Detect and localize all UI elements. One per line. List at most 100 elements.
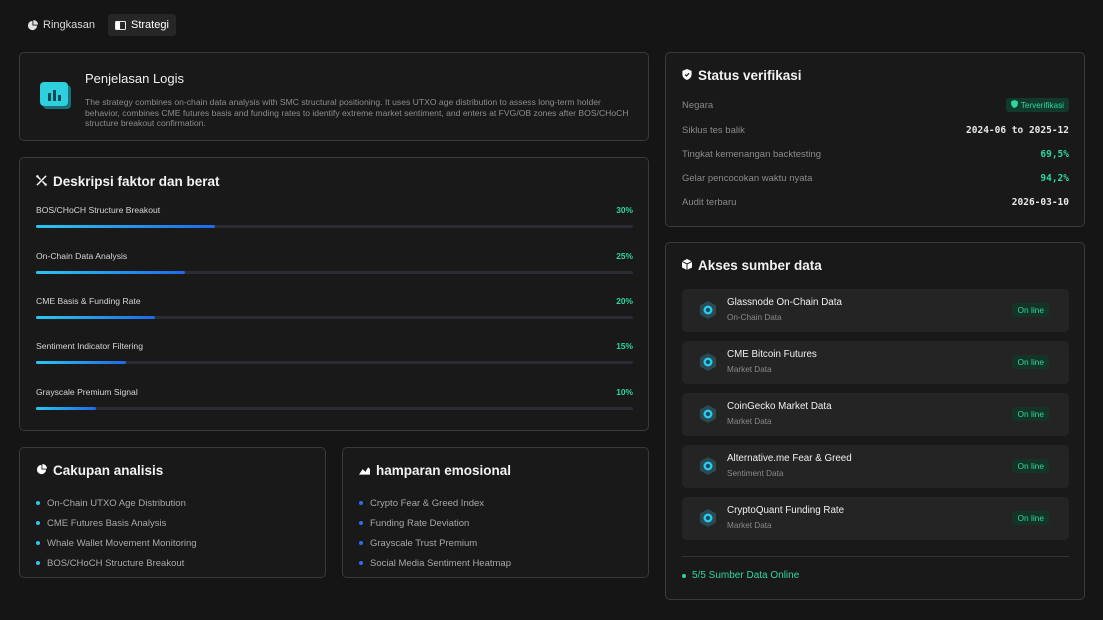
factor-bar-fill xyxy=(36,361,126,364)
bullet-dot xyxy=(36,501,40,505)
tab-label: Ringkasan xyxy=(43,19,95,31)
online-status-badge: On line xyxy=(1012,355,1049,369)
bullet-dot xyxy=(36,541,40,545)
list-item-text: Grayscale Trust Premium xyxy=(370,537,478,549)
emotion-title: hamparan emosional xyxy=(359,463,511,478)
factor-bar-fill xyxy=(36,407,96,410)
scope-title-text: Cakupan analisis xyxy=(53,463,164,478)
factor-value: 20% xyxy=(616,296,633,306)
tab-ringkasan[interactable]: Ringkasan xyxy=(20,14,102,36)
verification-status-card: Status verifikasi Negara Terverifikasi S… xyxy=(665,52,1085,227)
status-value: 2026-03-10 xyxy=(1011,197,1069,208)
list-item: Grayscale Trust Premium xyxy=(359,533,511,553)
emotion-title-text: hamparan emosional xyxy=(376,463,512,478)
logic-title: Penjelasan Logis xyxy=(85,71,185,86)
status-value: 69,5% xyxy=(1040,149,1069,160)
factor-name: Grayscale Premium Signal xyxy=(36,387,138,397)
verified-badge: Terverifikasi xyxy=(1005,98,1069,112)
data-source-item[interactable]: CryptoQuant Funding Rate Market Data On … xyxy=(682,497,1069,540)
online-status-badge: On line xyxy=(1012,303,1049,317)
scope-title: Cakupan analisis xyxy=(36,463,163,478)
factor-row: Sentiment Indicator Filtering 15% xyxy=(36,341,633,375)
data-source-type: Market Data xyxy=(727,417,772,426)
status-key: Siklus tes balik xyxy=(682,125,745,136)
factor-bar-track xyxy=(36,407,633,410)
list-item: Whale Wallet Movement Monitoring xyxy=(36,533,197,553)
sources-title-text: Akses sumber data xyxy=(698,258,822,273)
data-source-name: Alternative.me Fear & Greed xyxy=(727,453,852,464)
data-source-item[interactable]: Alternative.me Fear & Greed Sentiment Da… xyxy=(682,445,1069,488)
divider xyxy=(682,556,1069,557)
status-value: 94,2% xyxy=(1040,173,1069,184)
logic-description: The strategy combines on-chain data anal… xyxy=(85,97,629,128)
bullet-dot xyxy=(359,561,363,565)
factor-name: CME Basis & Funding Rate xyxy=(36,296,141,306)
status-dot xyxy=(682,573,686,578)
status-value: 2024-06 to 2025-12 xyxy=(966,125,1069,136)
status-title-text: Status verifikasi xyxy=(698,68,802,83)
mountain-chart-icon xyxy=(359,463,370,478)
emotion-overlay-card: hamparan emosional Crypto Fear & Greed I… xyxy=(342,447,649,578)
database-hex-icon xyxy=(699,457,717,475)
status-key: Tingkat kemenangan backtesting xyxy=(682,149,822,160)
bullet-dot xyxy=(359,501,363,505)
scatter-icon xyxy=(36,174,47,189)
factor-value: 10% xyxy=(616,387,633,397)
tab-strategi[interactable]: Strategi xyxy=(107,14,176,36)
data-sources-card: Akses sumber data Glassnode On-Chain Dat… xyxy=(665,242,1085,600)
list-item-text: BOS/CHoCH Structure Breakout xyxy=(47,557,185,569)
bullet-dot xyxy=(359,521,363,525)
status-row-latest-audit: Audit terbaru 2026-03-10 xyxy=(682,197,1069,211)
list-item: CME Futures Basis Analysis xyxy=(36,513,197,533)
data-source-type: On-Chain Data xyxy=(727,313,782,322)
analysis-scope-card: Cakupan analisis On-Chain UTXO Age Distr… xyxy=(19,447,326,578)
online-status-badge: On line xyxy=(1012,407,1049,421)
factor-bar-fill xyxy=(36,316,156,319)
data-source-type: Market Data xyxy=(727,365,772,374)
database-hex-icon xyxy=(699,405,717,423)
list-item: Social Media Sentiment Heatmap xyxy=(359,553,511,573)
factor-value: 30% xyxy=(616,205,633,215)
factor-row: CME Basis & Funding Rate 20% xyxy=(36,296,633,330)
factor-row: BOS/CHoCH Structure Breakout 30% xyxy=(36,205,633,239)
factor-name: BOS/CHoCH Structure Breakout xyxy=(36,205,161,215)
data-source-item[interactable]: Glassnode On-Chain Data On-Chain Data On… xyxy=(682,289,1069,332)
data-source-type: Sentiment Data xyxy=(727,469,784,478)
data-source-name: CME Bitcoin Futures xyxy=(727,349,817,360)
sources-title: Akses sumber data xyxy=(681,258,822,273)
factor-bar-track xyxy=(36,225,633,228)
factors-title: Deskripsi faktor dan berat xyxy=(36,174,220,189)
data-source-name: CryptoQuant Funding Rate xyxy=(727,505,845,516)
list-item: BOS/CHoCH Structure Breakout xyxy=(36,553,197,573)
scope-list: On-Chain UTXO Age Distribution CME Futur… xyxy=(36,493,197,573)
logic-card: Penjelasan Logis The strategy combines o… xyxy=(19,52,649,141)
shield-check-icon xyxy=(682,68,692,83)
list-item-text: Crypto Fear & Greed Index xyxy=(370,497,485,509)
data-source-item[interactable]: CME Bitcoin Futures Market Data On line xyxy=(682,341,1069,384)
sources-summary-text: 5/5 Sumber Data Online xyxy=(692,570,800,581)
factor-bar-track xyxy=(36,316,633,319)
bullet-dot xyxy=(36,521,40,525)
shield-check-icon xyxy=(1010,100,1018,110)
data-source-name: Glassnode On-Chain Data xyxy=(727,297,842,308)
status-key: Negara xyxy=(682,100,714,111)
factor-row: Grayscale Premium Signal 10% xyxy=(36,387,633,421)
factor-name: Sentiment Indicator Filtering xyxy=(36,341,143,351)
factor-bar-fill xyxy=(36,225,216,228)
list-item-text: Social Media Sentiment Heatmap xyxy=(370,557,511,569)
chart-monitor-icon xyxy=(40,80,74,114)
online-status-badge: On line xyxy=(1012,511,1049,525)
data-source-type: Market Data xyxy=(727,521,772,530)
list-item-text: Funding Rate Deviation xyxy=(370,517,470,529)
data-source-item[interactable]: CoinGecko Market Data Market Data On lin… xyxy=(682,393,1069,436)
status-row-win-rate: Tingkat kemenangan backtesting 69,5% xyxy=(682,149,1069,163)
cube-icon xyxy=(681,258,693,273)
factor-bar-fill xyxy=(36,271,186,274)
status-key: Gelar pencocokan waktu nyata xyxy=(682,173,813,184)
list-item-text: On-Chain UTXO Age Distribution xyxy=(47,497,186,509)
list-item: Crypto Fear & Greed Index xyxy=(359,493,511,513)
tab-bar: Ringkasan Strategi xyxy=(20,14,176,36)
pie-chart-icon xyxy=(36,463,47,478)
online-status-badge: On line xyxy=(1012,459,1049,473)
verified-badge-text: Terverifikasi xyxy=(1020,100,1064,110)
